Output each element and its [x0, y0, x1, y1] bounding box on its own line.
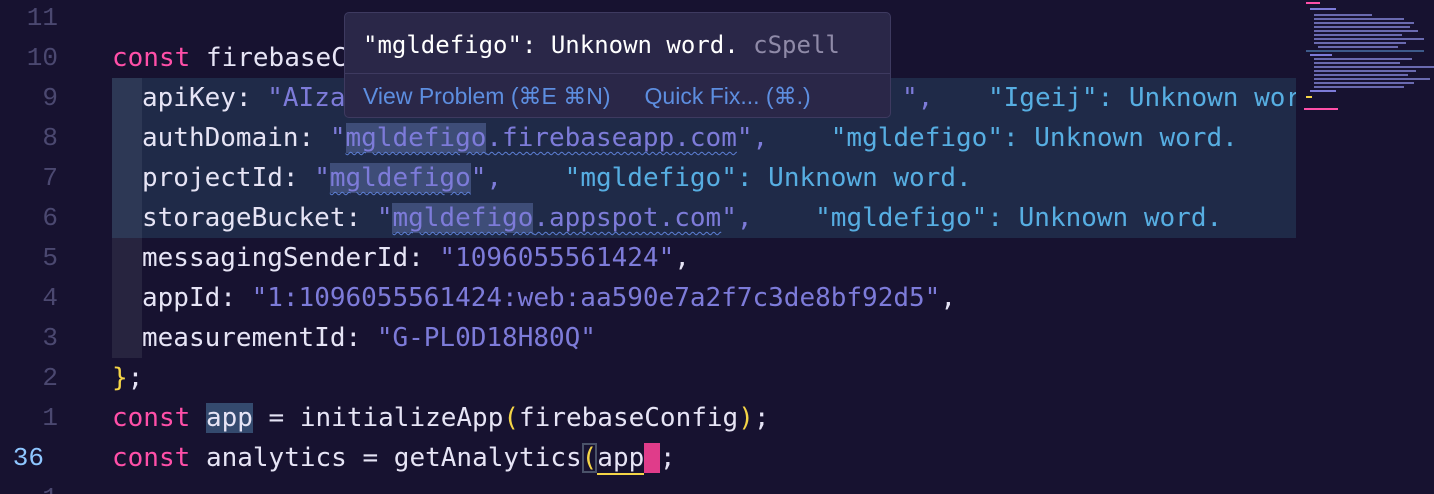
line-number: 8: [42, 123, 58, 153]
code-line-36-current[interactable]: const analytics = getAnalytics(app);: [112, 438, 676, 478]
open-paren: (: [503, 403, 520, 433]
misspelled-word[interactable]: mgldefigo: [329, 163, 471, 193]
current-line-number: 36: [12, 443, 44, 473]
line-number: 9: [42, 83, 58, 113]
string: .firebaseapp.com: [486, 123, 737, 153]
operator: =: [252, 403, 300, 433]
string-end: ",: [470, 163, 503, 193]
line-number: 1: [42, 403, 58, 433]
close-paren: ): [738, 403, 754, 433]
string-quote: ": [376, 203, 393, 233]
operator: =: [346, 443, 394, 473]
minimap[interactable]: [1296, 0, 1434, 494]
property: authDomain:: [142, 123, 330, 153]
string-quote: ": [314, 163, 330, 193]
line-number: 7: [42, 163, 58, 193]
quick-fix-link[interactable]: Quick Fix... (⌘.): [645, 83, 811, 109]
line-number: 6: [42, 203, 58, 233]
hover-divider: [345, 73, 890, 74]
punctuation: ,: [940, 283, 956, 313]
cursor-close-paren: ): [644, 443, 660, 473]
string: "AIza: [267, 83, 346, 113]
diagnostic-hint: "mgldefigo": Unknown word.: [815, 203, 1223, 233]
inline-diagnostic-hint: "Igeij": Unknown wor: [988, 78, 1296, 118]
hover-message: "mgldefigo": Unknown word. cSpell: [363, 25, 840, 65]
diagnostic-hint: "Igeij": Unknown wor: [988, 83, 1296, 113]
string: "G-PL0D18H80Q": [376, 323, 596, 353]
property: projectId:: [142, 163, 315, 193]
keyword: const: [112, 443, 191, 473]
string-end: ",: [736, 123, 769, 153]
keyword: const: [112, 403, 191, 433]
code-line-2[interactable]: };: [112, 358, 143, 398]
string-quote: ": [329, 123, 346, 153]
function-name[interactable]: getAnalytics: [394, 443, 582, 473]
spell-check-hover-popup: "mgldefigo": Unknown word. cSpell View P…: [344, 12, 891, 118]
hover-source: cSpell: [753, 31, 840, 59]
closing-brace: }: [112, 363, 128, 393]
line-number: 1: [0, 478, 58, 494]
punctuation: ;: [127, 363, 144, 393]
code-line-6[interactable]: storageBucket: "mgldefigo.appspot.com", …: [142, 198, 1222, 238]
code-line-1[interactable]: const app = initializeApp(firebaseConfig…: [112, 398, 770, 438]
matching-open-paren: (: [581, 443, 598, 473]
hover-message-text: "mgldefigo": Unknown word.: [363, 31, 739, 59]
code-line-9[interactable]: apiKey: "AIza: [142, 78, 346, 118]
argument: firebaseConfig: [519, 403, 739, 433]
property: messagingSenderId:: [142, 243, 440, 273]
code-line-8[interactable]: authDomain: "mgldefigo.firebaseapp.com",…: [142, 118, 1238, 158]
hover-actions: View Problem (⌘E ⌘N) Quick Fix... (⌘.): [363, 78, 811, 114]
line-number: 3: [42, 323, 58, 353]
identifier: firebaseC: [205, 43, 347, 73]
punctuation: ;: [753, 403, 770, 433]
line-number: 2: [42, 363, 58, 393]
code-editor[interactable]: 11 10 9 8 7 6 5 4 3 2 1 36 1 const fireb…: [0, 0, 1434, 494]
property: storageBucket:: [142, 203, 377, 233]
property: apiKey:: [142, 83, 268, 113]
function-name[interactable]: initializeApp: [300, 403, 504, 433]
code-line-3[interactable]: measurementId: "G-PL0D18H80Q": [142, 318, 596, 358]
code-line-10[interactable]: const firebaseC: [112, 38, 347, 78]
line-number: 4: [42, 283, 58, 313]
string: "1:1096055561424:web:aa590e7a2f7c3de8bf9…: [251, 283, 941, 313]
line-number: 5: [42, 243, 58, 273]
punctuation: ;: [659, 443, 676, 473]
line-number-gutter: 11 10 9 8 7 6 5 4 3 2 1 36 1: [0, 0, 80, 494]
code-line-7[interactable]: projectId: "mgldefigo", "mgldefigo": Unk…: [142, 158, 972, 198]
indent-guide-selected: [112, 78, 142, 238]
punctuation: ,: [674, 243, 690, 273]
keyword: const: [112, 43, 191, 73]
line-number: 11: [26, 3, 58, 33]
code-line-5[interactable]: messagingSenderId: "1096055561424",: [142, 238, 690, 278]
string-end: ",: [721, 203, 753, 233]
view-problem-link[interactable]: View Problem (⌘E ⌘N): [363, 83, 611, 109]
argument-app[interactable]: app: [597, 443, 645, 475]
misspelled-word[interactable]: mgldefigo: [392, 203, 534, 233]
diagnostic-hint: "mgldefigo": Unknown word.: [830, 123, 1238, 153]
property: appId:: [142, 283, 252, 313]
property: measurementId:: [142, 323, 377, 353]
code-line-4[interactable]: appId: "1:1096055561424:web:aa590e7a2f7c…: [142, 278, 956, 318]
line-number: 10: [26, 43, 58, 73]
string: "1096055561424": [439, 243, 675, 273]
variable-app-highlighted[interactable]: app: [205, 403, 253, 433]
code-line-9-tail: ",: [902, 78, 933, 118]
diagnostic-hint: "mgldefigo": Unknown word.: [564, 163, 972, 193]
variable: analytics: [205, 443, 347, 473]
string: .appspot.com: [533, 203, 722, 233]
misspelled-word[interactable]: mgldefigo: [345, 123, 487, 153]
string-end: ",: [902, 83, 934, 113]
